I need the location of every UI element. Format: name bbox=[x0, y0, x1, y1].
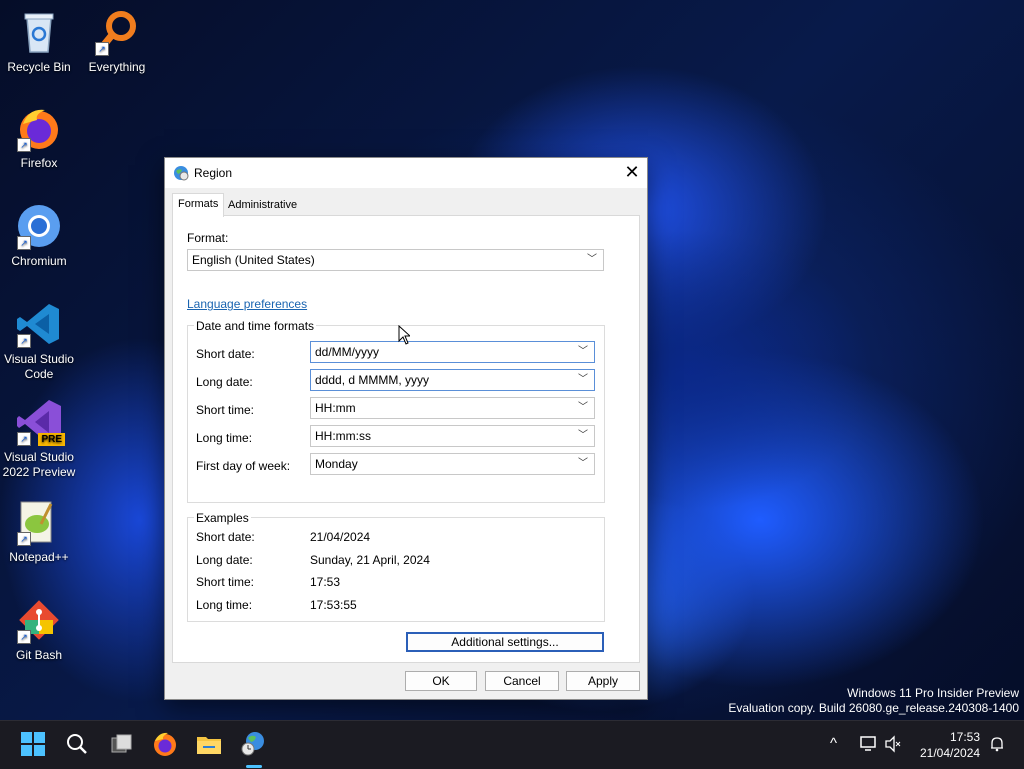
search-icon[interactable] bbox=[62, 729, 92, 759]
show-hidden-icons-chevron-icon[interactable]: ^ bbox=[830, 735, 837, 752]
long-time-label: Long time: bbox=[196, 431, 253, 445]
first-day-of-week-dropdown[interactable]: Monday ﹀ bbox=[310, 453, 595, 475]
firefox-icon[interactable] bbox=[150, 729, 180, 759]
close-button[interactable]: ✕ bbox=[617, 158, 647, 188]
first-day-of-week-value: Monday bbox=[315, 457, 358, 471]
chevron-down-icon: ﹀ bbox=[578, 374, 588, 385]
short-time-label: Short time: bbox=[196, 403, 255, 417]
clock-time[interactable]: 17:53 bbox=[950, 730, 980, 744]
desktop-icon-label: Everything bbox=[88, 60, 146, 74]
example-short-date-value: 21/04/2024 bbox=[310, 530, 371, 544]
format-label: Format: bbox=[187, 231, 229, 245]
everything-search-icon: ↗ bbox=[93, 8, 141, 56]
desktop-icon-label: Git Bash bbox=[15, 648, 63, 662]
watermark-edition: Windows 11 Pro Insider Preview bbox=[847, 686, 1019, 700]
example-short-time-label: Short time: bbox=[196, 575, 255, 589]
example-long-date-label: Long date: bbox=[196, 553, 253, 567]
shortcut-arrow-icon: ↗ bbox=[17, 630, 31, 644]
notification-bell-icon[interactable] bbox=[989, 736, 1005, 756]
long-date-dropdown[interactable]: dddd, d MMMM, yyyy ﹀ bbox=[310, 369, 595, 391]
region-control-panel-icon[interactable] bbox=[238, 729, 268, 759]
desktop-icon-everything[interactable]: ↗ Everything bbox=[79, 8, 155, 75]
tab-formats[interactable]: Formats bbox=[172, 193, 225, 217]
desktop-icon-label: Firefox bbox=[20, 156, 58, 170]
region-dialog: Region ✕ Formats Administrative Format: … bbox=[164, 157, 648, 700]
example-short-time-value: 17:53 bbox=[310, 575, 341, 589]
start-icon[interactable] bbox=[18, 729, 48, 759]
vscode-icon: ↗ bbox=[15, 300, 63, 348]
recycle-bin-icon bbox=[15, 8, 63, 56]
example-short-date-label: Short date: bbox=[196, 530, 255, 544]
mouse-cursor-icon bbox=[398, 324, 412, 349]
file-explorer-icon[interactable] bbox=[194, 729, 224, 759]
long-time-dropdown[interactable]: HH:mm:ss ﹀ bbox=[310, 425, 595, 447]
long-date-value: dddd, d MMMM, yyyy bbox=[315, 373, 430, 387]
desktop-icon-label: Recycle Bin bbox=[7, 60, 71, 74]
shortcut-arrow-icon: ↗ bbox=[17, 138, 31, 152]
desktop-icon-notepadpp[interactable]: ↗ Notepad++ bbox=[1, 498, 77, 565]
ok-button[interactable]: OK bbox=[405, 671, 477, 691]
desktop-icon-label: Visual Studio Code bbox=[4, 352, 74, 381]
desktop-icon-vscode[interactable]: ↗ Visual Studio Code bbox=[1, 300, 77, 382]
desktop-icon-chromium[interactable]: ↗ Chromium bbox=[1, 202, 77, 269]
shortcut-arrow-icon: ↗ bbox=[95, 42, 109, 56]
visual-studio-preview-icon: PRE ↗ bbox=[15, 398, 65, 446]
example-long-time-value: 17:53:55 bbox=[310, 598, 357, 612]
long-time-value: HH:mm:ss bbox=[315, 429, 371, 443]
additional-settings-button[interactable]: Additional settings... bbox=[406, 632, 604, 652]
dialog-title: Region bbox=[194, 166, 233, 180]
watermark-build: Evaluation copy. Build 26080.ge_release.… bbox=[728, 701, 1019, 715]
format-dropdown[interactable]: English (United States) ﹀ bbox=[187, 249, 604, 271]
first-day-of-week-label: First day of week: bbox=[196, 459, 291, 473]
chevron-down-icon: ﹀ bbox=[578, 458, 588, 469]
cancel-button[interactable]: Cancel bbox=[485, 671, 559, 691]
git-bash-icon: ↗ bbox=[15, 596, 63, 644]
globe-clock-icon bbox=[173, 165, 189, 181]
chevron-down-icon: ﹀ bbox=[578, 402, 588, 413]
firefox-icon: ↗ bbox=[15, 104, 63, 152]
desktop-icon-label: Notepad++ bbox=[9, 550, 69, 564]
examples-title: Examples bbox=[194, 511, 251, 525]
taskbar: ^ 17:53 21/04/2024 bbox=[0, 720, 1024, 769]
notepadpp-icon: ↗ bbox=[15, 498, 63, 546]
network-icon[interactable] bbox=[859, 735, 879, 757]
format-value: English (United States) bbox=[192, 253, 315, 267]
clock-date[interactable]: 21/04/2024 bbox=[920, 746, 980, 760]
date-time-formats-title: Date and time formats bbox=[194, 319, 317, 333]
short-date-value: dd/MM/yyyy bbox=[315, 345, 380, 359]
short-time-dropdown[interactable]: HH:mm ﹀ bbox=[310, 397, 595, 419]
shortcut-arrow-icon: ↗ bbox=[17, 334, 31, 348]
volume-muted-icon[interactable] bbox=[884, 735, 902, 757]
desktop-icon-label: Chromium bbox=[11, 254, 67, 268]
example-long-date-value: Sunday, 21 April, 2024 bbox=[310, 553, 430, 567]
title-bar[interactable]: Region ✕ bbox=[165, 158, 647, 188]
desktop-icon-git-bash[interactable]: ↗ Git Bash bbox=[1, 596, 77, 663]
chevron-down-icon: ﹀ bbox=[587, 254, 597, 265]
chevron-down-icon: ﹀ bbox=[578, 346, 588, 357]
apply-button[interactable]: Apply bbox=[566, 671, 640, 691]
preview-badge: PRE bbox=[38, 433, 65, 446]
shortcut-arrow-icon: ↗ bbox=[17, 236, 31, 250]
task-view-icon[interactable] bbox=[106, 729, 136, 759]
chromium-icon: ↗ bbox=[15, 202, 63, 250]
short-date-label: Short date: bbox=[196, 347, 255, 361]
tab-administrative[interactable]: Administrative bbox=[223, 195, 303, 215]
language-preferences-link[interactable]: Language preferences bbox=[187, 297, 307, 311]
example-long-time-label: Long time: bbox=[196, 598, 253, 612]
desktop-icon-label: Visual Studio 2022 Preview bbox=[2, 450, 76, 479]
long-date-label: Long date: bbox=[196, 375, 253, 389]
desktop-icon-recycle-bin[interactable]: Recycle Bin bbox=[1, 8, 77, 75]
chevron-down-icon: ﹀ bbox=[578, 430, 588, 441]
shortcut-arrow-icon: ↗ bbox=[17, 532, 31, 546]
shortcut-arrow-icon: ↗ bbox=[17, 432, 31, 446]
formats-panel: Format: English (United States) ﹀ Langua… bbox=[172, 215, 640, 663]
desktop-icon-firefox[interactable]: ↗ Firefox bbox=[1, 104, 77, 171]
short-date-dropdown[interactable]: dd/MM/yyyy ﹀ bbox=[310, 341, 595, 363]
desktop-icon-visual-studio-preview[interactable]: PRE ↗ Visual Studio 2022 Preview bbox=[1, 398, 77, 480]
short-time-value: HH:mm bbox=[315, 401, 356, 415]
